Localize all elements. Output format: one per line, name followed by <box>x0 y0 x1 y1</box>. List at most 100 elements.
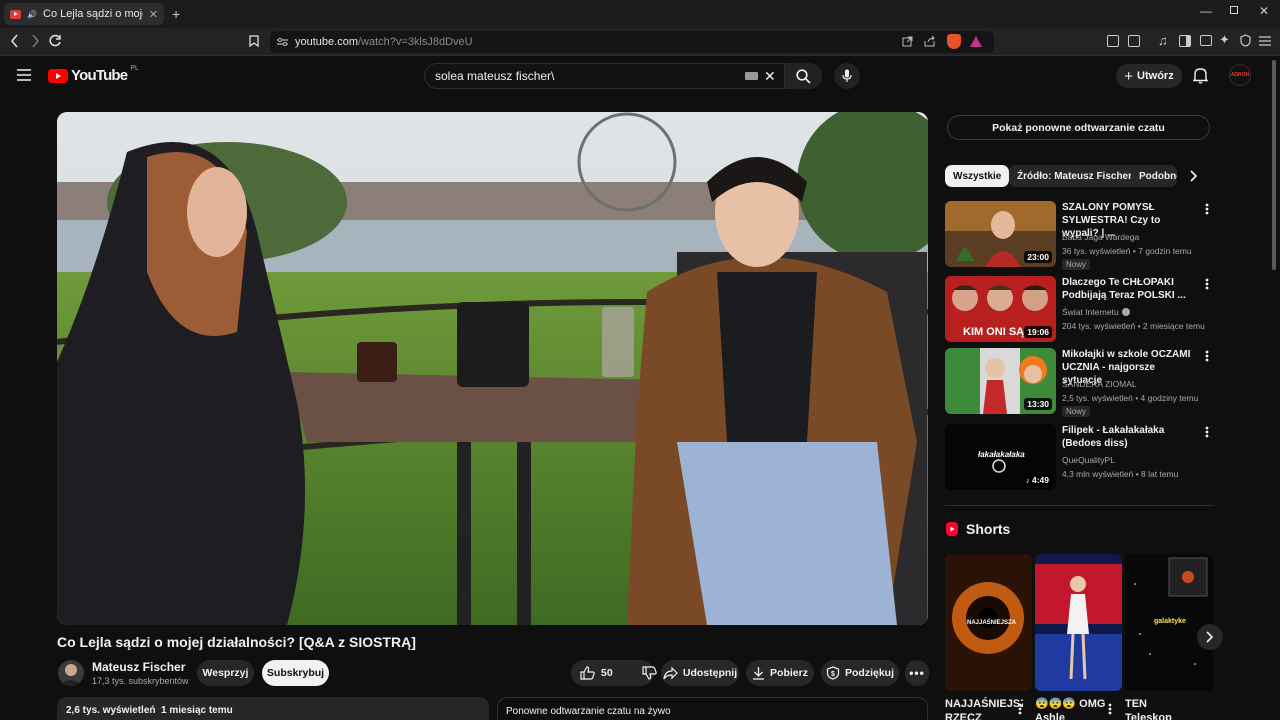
create-button[interactable]: + Utwórz <box>1116 64 1182 88</box>
new-badge: Nowy <box>1062 259 1091 270</box>
search-input-value: solea mateusz fischer\ <box>435 69 555 83</box>
site-settings-icon[interactable] <box>277 37 288 47</box>
dislike-button[interactable] <box>642 666 657 680</box>
url-text: youtube.com/watch?v=3klsJ8dDveU <box>295 36 473 48</box>
short-thumbnail[interactable] <box>1035 554 1122 691</box>
subscribe-button[interactable]: Subskrybuj <box>262 660 329 686</box>
thumbs-up-icon <box>580 666 595 680</box>
tab-title: Co Lejla sądzi o mojej działal <box>43 8 143 20</box>
bookmark-icon[interactable] <box>249 35 259 47</box>
browser-tab[interactable]: 🔊 Co Lejla sądzi o mojej działal ✕ <box>4 3 164 25</box>
thanks-button[interactable]: $ Podziękuj <box>821 660 899 686</box>
new-badge: Nowy <box>1062 406 1091 417</box>
minimize-icon[interactable]: — <box>1200 4 1212 18</box>
chevron-right-icon <box>1206 631 1214 643</box>
youtube-play-logo-icon <box>48 68 68 83</box>
clear-search-icon[interactable]: ✕ <box>764 68 776 85</box>
video-duration: 13:30 <box>1024 398 1052 410</box>
download-label: Pobierz <box>770 667 808 679</box>
video-thumbnail: łakałakałaka ♪ 4:49 <box>945 424 1056 490</box>
channel-name[interactable]: Mateusz Fischer <box>92 660 185 674</box>
chip-similar-label: Podobne <box>1139 170 1177 182</box>
subscribe-label: Subskrybuj <box>266 667 325 679</box>
like-button[interactable]: 50 <box>580 666 613 680</box>
share-arrow-icon <box>663 666 678 679</box>
chip-all[interactable]: Wszystkie <box>945 165 1010 187</box>
open-external-icon[interactable] <box>902 36 913 47</box>
browser-tab-bar <box>0 0 1280 28</box>
short-title[interactable]: 😨😨😨 OMG Ashle <box>1035 697 1113 720</box>
short-thumbnail[interactable]: galaktyke <box>1125 554 1213 691</box>
recommended-video[interactable]: 23:00 SZALONY POMYSŁ SYLWESTRA! Czy to w… <box>945 201 1211 270</box>
short-title[interactable]: TEN Teleskop <box>1125 697 1185 720</box>
chip-scroll-right-icon[interactable] <box>1190 170 1198 182</box>
video-duration: ♪ 4:49 <box>1022 474 1052 486</box>
video-player[interactable] <box>57 112 928 625</box>
maximize-icon[interactable] <box>1230 6 1238 14</box>
short-title[interactable]: NAJJAŚNIEJSZA RZECZ <box>945 697 1023 720</box>
recommended-video-channel: Baba Jaga Wardega <box>1062 232 1140 242</box>
extensions-icon[interactable] <box>1107 35 1119 47</box>
super-thanks-icon: $ <box>826 666 840 680</box>
more-dots-icon: ••• <box>909 666 925 680</box>
close-window-icon[interactable]: ✕ <box>1259 4 1269 18</box>
channel-avatar[interactable] <box>58 660 84 686</box>
channel-subscribers: 17,3 tys. subskrybentów <box>92 676 189 686</box>
youtube-logo-text: YouTube <box>71 67 128 84</box>
notifications-bell-icon[interactable] <box>1193 67 1208 84</box>
like-count: 50 <box>601 667 613 679</box>
thumbs-down-icon <box>642 666 657 680</box>
video-menu-icon[interactable] <box>1203 278 1211 290</box>
screenshot-icon[interactable] <box>1128 35 1140 47</box>
hamburger-menu-icon[interactable] <box>17 69 31 81</box>
show-chat-replay-button[interactable]: Pokaż ponowne odtwarzanie czatu <box>947 115 1210 140</box>
verified-badge-icon <box>1121 308 1130 316</box>
avatar-text: ADRON <box>1230 72 1250 78</box>
share-page-icon[interactable] <box>924 36 936 47</box>
voice-search-button[interactable] <box>834 63 860 89</box>
wallet-icon[interactable] <box>1200 35 1212 46</box>
sidebar-toggle-icon[interactable] <box>1179 35 1191 47</box>
plus-icon: + <box>1124 67 1134 85</box>
forward-icon[interactable] <box>29 34 41 48</box>
video-menu-icon[interactable] <box>1203 203 1211 215</box>
new-tab-icon[interactable]: + <box>172 6 180 22</box>
media-icon[interactable]: ♫ <box>1158 33 1168 48</box>
brave-rewards-icon[interactable] <box>970 36 982 47</box>
back-icon[interactable] <box>9 34 21 48</box>
short-menu-icon[interactable] <box>1108 703 1112 715</box>
create-label: Utwórz <box>1137 70 1174 82</box>
search-button[interactable] <box>784 63 822 89</box>
support-button[interactable]: Wesprzyj <box>197 660 254 686</box>
chip-similar[interactable]: Podobne <box>1131 165 1177 187</box>
vpn-icon[interactable] <box>1240 34 1251 47</box>
youtube-favicon-icon <box>10 9 22 19</box>
youtube-logo[interactable]: YouTube PL <box>48 65 139 84</box>
more-actions-button[interactable]: ••• <box>905 660 929 686</box>
recommended-video-meta: 2,5 tys. wyświetleń • 4 godziny temu <box>1062 393 1199 403</box>
short-thumbnail[interactable]: NAJJAŚNIEJSZA <box>945 554 1032 691</box>
chip-source[interactable]: Źródło: Mateusz Fischer <box>1009 165 1141 187</box>
account-avatar[interactable]: ADRON <box>1229 64 1251 86</box>
share-button[interactable]: Udostępnij <box>661 660 739 686</box>
recommended-video[interactable]: 13:30 Mikołajki w szkole OCZAMI UCZNIA -… <box>945 348 1211 417</box>
video-menu-icon[interactable] <box>1203 350 1211 362</box>
shorts-next-button[interactable] <box>1197 624 1223 650</box>
page-scrollbar[interactable] <box>1272 60 1276 270</box>
close-tab-icon[interactable]: ✕ <box>149 8 158 21</box>
reload-icon[interactable] <box>48 34 62 48</box>
description-box[interactable]: 2,6 tys. wyświetleń 1 miesiąc temu <box>57 697 489 720</box>
video-menu-icon[interactable] <box>1203 426 1211 438</box>
keyboard-icon[interactable] <box>745 72 758 80</box>
thumbnail-text: łakałakałaka <box>978 450 1025 459</box>
browser-menu-icon[interactable] <box>1259 36 1271 46</box>
video-thumbnail: 23:00 <box>945 201 1056 267</box>
brave-shield-icon[interactable] <box>947 34 961 49</box>
support-label: Wesprzyj <box>202 667 249 679</box>
recommended-video[interactable]: KIM ONI SĄ 19:06 Dlaczego Te CHŁOPAKI Po… <box>945 276 1210 342</box>
leo-ai-icon[interactable]: ✦ <box>1219 32 1230 48</box>
recommended-video[interactable]: łakałakałaka ♪ 4:49 Filipek - Łakałakała… <box>945 424 1210 490</box>
views-and-date: 2,6 tys. wyświetleń 1 miesiąc temu <box>66 705 233 716</box>
short-menu-icon[interactable] <box>1018 703 1022 715</box>
download-button[interactable]: Pobierz <box>746 660 814 686</box>
